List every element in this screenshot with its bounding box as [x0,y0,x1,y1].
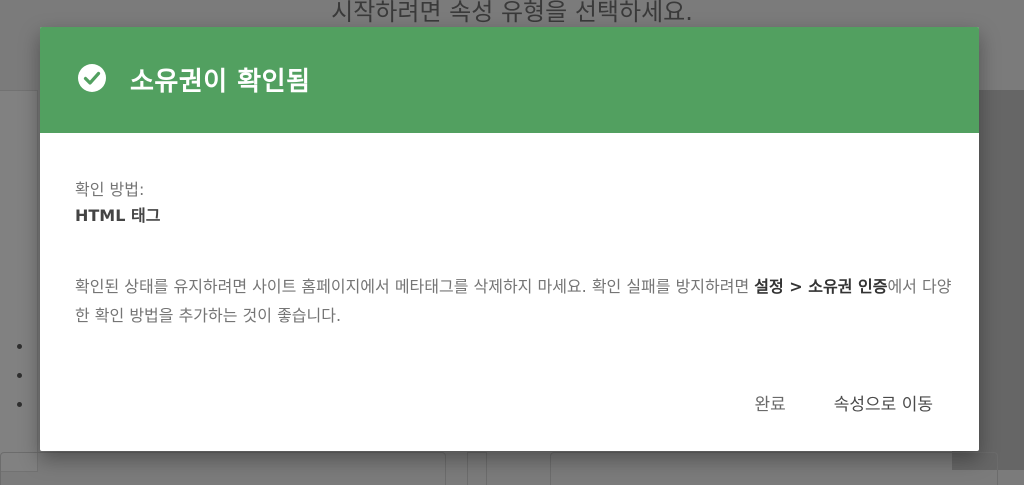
dialog-header: 소유권이 확인됨 [40,27,979,133]
background-bullet-list [17,344,22,431]
background-input-button [467,452,487,485]
check-circle-icon [78,64,106,92]
bullet-dot [17,373,22,378]
done-button[interactable]: 완료 [754,390,785,415]
bullet-dot [17,402,22,407]
ownership-verified-dialog: 소유권이 확인됨 확인 방법: HTML 태그 확인된 상태를 유지하려면 사이… [40,27,979,451]
background-input-right [550,452,998,485]
bullet-dot [17,344,22,349]
verification-method-value: HTML 태그 [75,206,161,225]
settings-path: 설정 > 소유권 인증 [754,277,888,296]
dialog-title: 소유권이 확인됨 [130,66,311,97]
dialog-description: 확인된 상태를 유지하려면 사이트 홈페이지에서 메타태그를 삭제하지 마세요.… [75,272,955,330]
verification-method-label: 확인 방법: [75,180,145,199]
go-to-property-button[interactable]: 속성으로 이동 [834,390,933,415]
background-input-left [0,452,446,485]
dialog-body: 확인 방법: HTML 태그 확인된 상태를 유지하려면 사이트 홈페이지에서 … [40,133,979,330]
dialog-actions: 완료 속성으로 이동 [754,390,933,415]
description-text: 확인된 상태를 유지하려면 사이트 홈페이지에서 메타태그를 삭제하지 마세요.… [75,277,755,296]
